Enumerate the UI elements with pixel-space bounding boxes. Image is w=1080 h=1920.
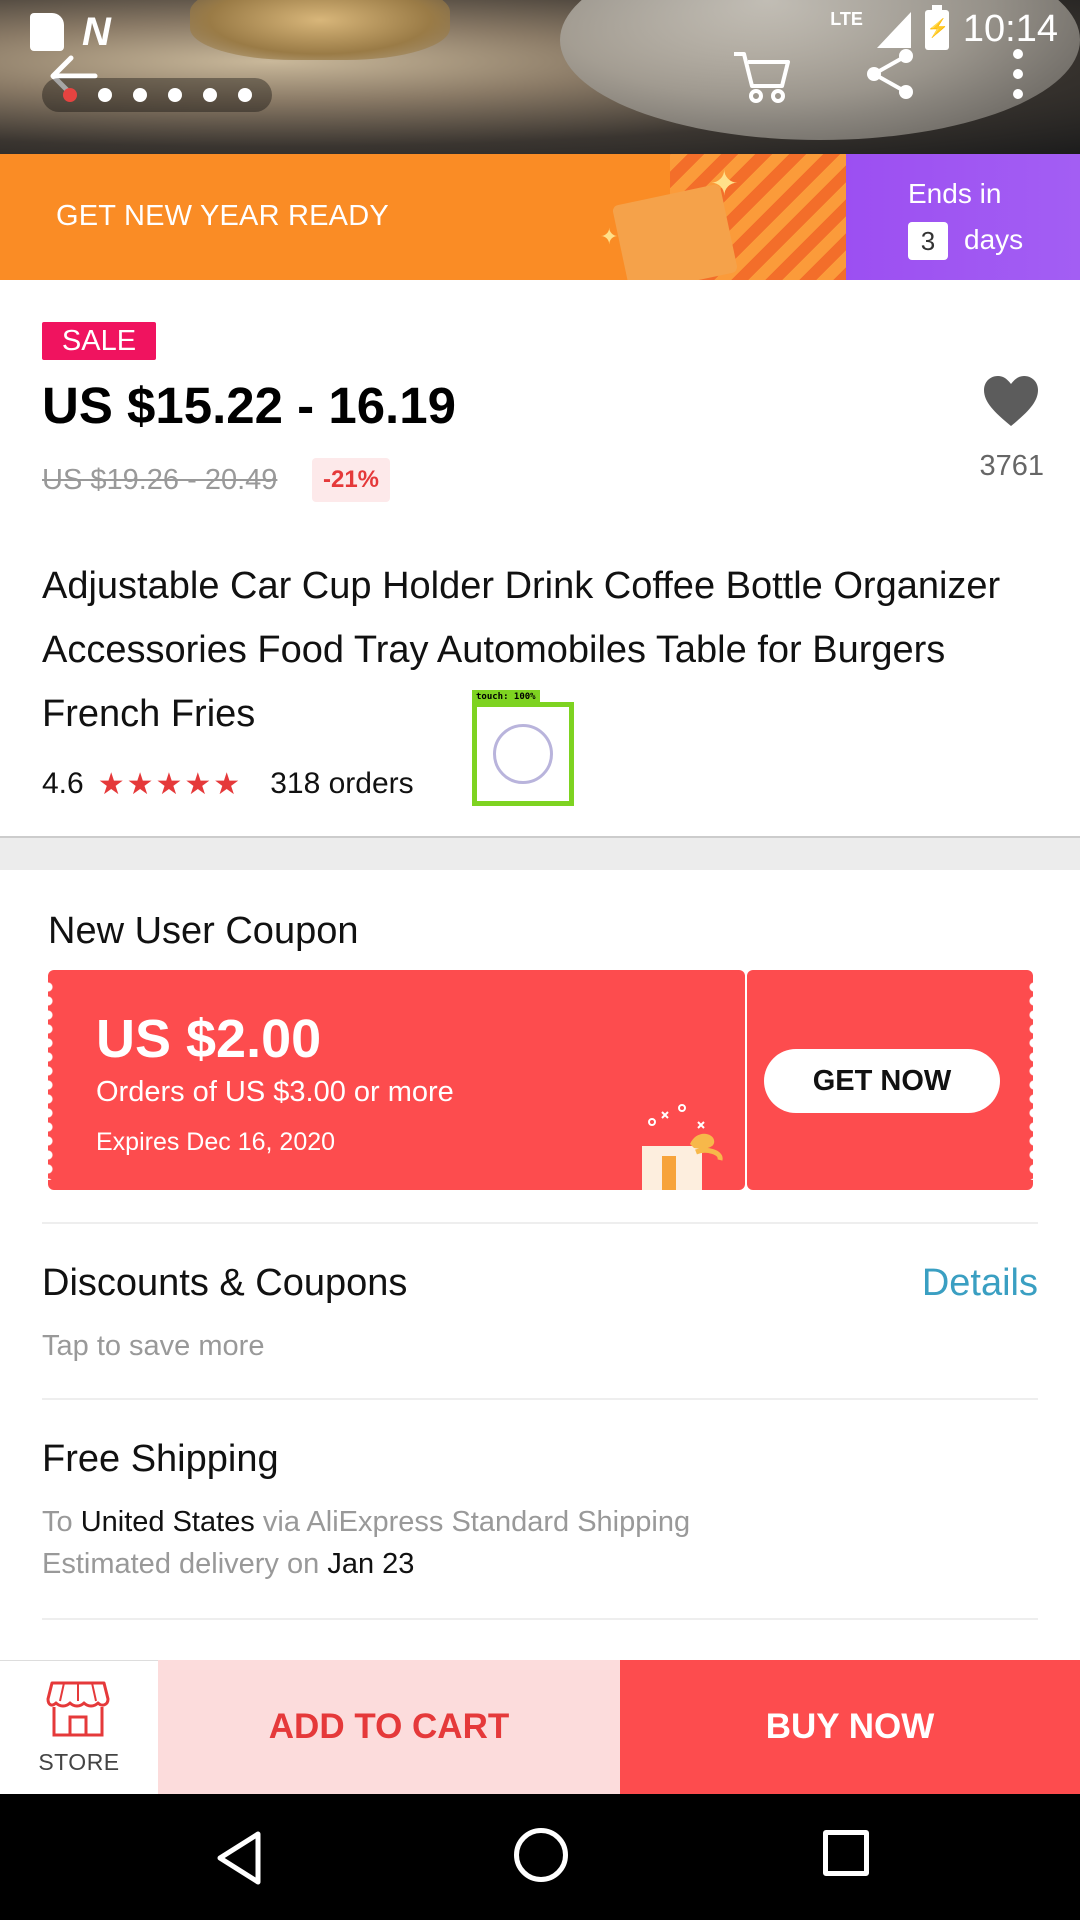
countdown-unit: days	[964, 224, 1024, 255]
coupon-condition: Orders of US $3.00 or more	[96, 1076, 454, 1108]
discount-badge: -21%	[312, 458, 390, 502]
touch-indicator-label: touch: 100%	[472, 690, 540, 704]
coupon-perforation	[1026, 980, 1034, 1180]
divider	[42, 1222, 1038, 1224]
buy-now-button[interactable]: BUY NOW	[620, 1660, 1080, 1794]
nav-home-icon[interactable]	[514, 1828, 568, 1882]
star-rating-icons: ★★★★★	[97, 767, 243, 801]
coupon-perforation	[48, 980, 56, 1180]
gift-icon	[642, 1104, 723, 1190]
gallery-dot[interactable]	[202, 88, 217, 102]
divider	[42, 1398, 1038, 1400]
rating-value: 4.6	[42, 767, 84, 800]
shipping-estimate: Estimated delivery on Jan 23	[42, 1548, 415, 1580]
gallery-dot[interactable]	[97, 88, 112, 102]
more-vert-icon[interactable]	[1000, 46, 1036, 102]
store-button[interactable]: STORE	[0, 1660, 158, 1794]
nav-recents-icon[interactable]	[823, 1830, 869, 1876]
delivery-date: Jan 23	[327, 1548, 415, 1580]
wishlist-count: 3761	[979, 450, 1044, 482]
discounts-title[interactable]: Discounts & Coupons	[42, 1262, 407, 1305]
original-price: US $19.26 - 20.49	[42, 464, 278, 496]
countdown-badge: Ends in 3 days	[846, 154, 1080, 280]
gallery-dot[interactable]	[167, 88, 182, 102]
network-type: LTE	[830, 9, 863, 29]
rating-row[interactable]: 4.6 ★★★★★ 318 orders	[42, 764, 414, 804]
coupon-heading: New User Coupon	[48, 910, 359, 952]
gallery-dot[interactable]	[237, 88, 252, 102]
store-label: STORE	[38, 1749, 120, 1775]
coupon-expiry: Expires Dec 16, 2020	[96, 1128, 336, 1156]
share-icon[interactable]	[862, 46, 918, 102]
divider	[42, 1618, 1038, 1620]
orders-count: 318 orders	[270, 767, 414, 800]
store-icon	[46, 1681, 110, 1737]
countdown-days: 3	[908, 222, 948, 260]
touch-indicator-circle	[493, 724, 553, 784]
purchase-action-bar: STORE ADD TO CART BUY NOW	[0, 1660, 1080, 1794]
gallery-dot[interactable]	[62, 88, 77, 102]
gift-banner-illustration: ✦ ✦	[560, 154, 846, 280]
get-now-button[interactable]: GET NOW	[764, 1049, 1000, 1113]
shipping-title[interactable]: Free Shipping	[42, 1438, 279, 1481]
discounts-subtitle: Tap to save more	[42, 1330, 265, 1362]
sale-badge: SALE	[42, 322, 156, 360]
section-divider	[0, 836, 1080, 870]
heart-icon[interactable]	[982, 374, 1040, 428]
shipping-destination: United States	[80, 1506, 255, 1538]
gallery-pagination	[42, 78, 272, 112]
promo-text: GET NEW YEAR READY	[56, 200, 389, 232]
coupon-amount: US $2.00	[96, 1009, 322, 1069]
product-page: N LTE 10:14 GET NEW YEAR READY	[0, 0, 1080, 1920]
add-to-cart-button[interactable]: ADD TO CART	[158, 1660, 620, 1794]
nav-back-icon[interactable]	[210, 1828, 270, 1888]
discounts-details-link[interactable]: Details	[922, 1262, 1038, 1305]
system-nav-bar	[0, 1794, 1080, 1920]
cart-icon[interactable]	[730, 44, 794, 108]
shipping-route: To United States via AliExpress Standard…	[42, 1506, 691, 1538]
countdown-label: Ends in	[908, 178, 1002, 209]
price: US $15.22 - 16.19	[42, 377, 456, 434]
shipping-method: via AliExpress Standard Shipping	[262, 1506, 691, 1538]
gallery-dot[interactable]	[132, 88, 147, 102]
